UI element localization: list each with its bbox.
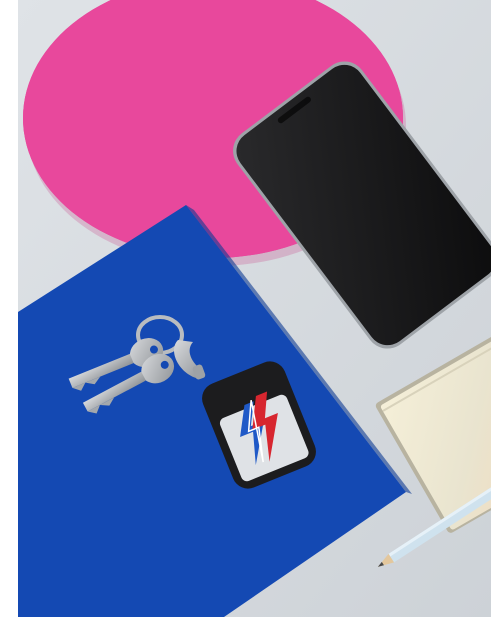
photo-scene [18,0,491,617]
flat-lay-illustration [18,0,491,617]
